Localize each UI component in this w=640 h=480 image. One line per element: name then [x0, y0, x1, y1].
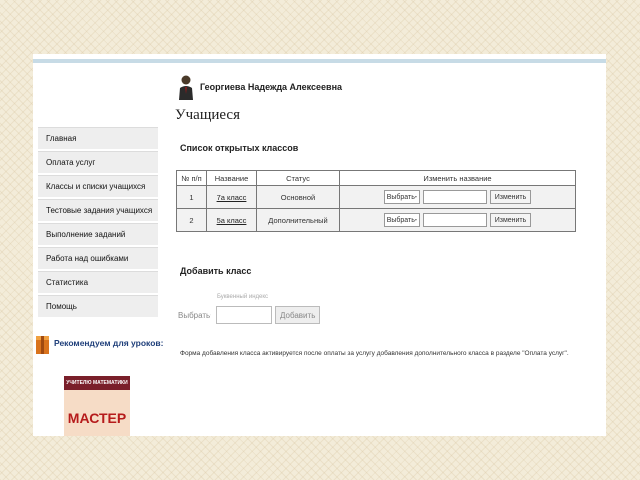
chevron-down-icon — [414, 196, 417, 198]
sidebar-item-tests[interactable]: Тестовые задания учащихся — [38, 199, 158, 221]
sidebar-item-statistics[interactable]: Статистика — [38, 271, 158, 293]
sidebar-item-progress[interactable]: Выполнение заданий — [38, 223, 158, 245]
table-header-row: № п/п Название Статус Изменить название — [176, 170, 576, 186]
add-class-form: Выбрать Добавить — [176, 306, 321, 324]
cell-name: 5а класс — [206, 208, 257, 232]
open-classes-title: Список открытых классов — [180, 143, 299, 153]
chevron-down-icon — [210, 314, 211, 316]
recommend-header: Рекомендуем для уроков: — [36, 332, 163, 354]
page-frame: Георгиева Надежда Алексеевна Учащиеся Гл… — [33, 54, 606, 436]
rename-input[interactable] — [422, 213, 487, 227]
col-header-status: Статус — [256, 170, 340, 186]
user-avatar-icon — [179, 75, 193, 100]
rename-select[interactable]: Выбрать — [383, 190, 420, 204]
banner-small-text: УЧИТЕЛЮ МАТЕМАТИКИ — [66, 380, 128, 386]
sidebar-item-payment[interactable]: Оплата услуг — [38, 151, 158, 173]
sidebar-item-help[interactable]: Помощь — [38, 295, 158, 317]
cell-name: 7а класс — [206, 185, 257, 209]
page-title: Учащиеся — [175, 107, 240, 123]
gift-box-icon — [36, 336, 49, 354]
class-link[interactable]: 5а класс — [217, 216, 247, 225]
cell-num: 1 — [176, 185, 207, 209]
sidebar-item-classes[interactable]: Классы и списки учащихся — [38, 175, 158, 197]
rename-input[interactable] — [422, 190, 487, 204]
rename-select-value: Выбрать — [386, 193, 415, 201]
rename-select[interactable]: Выбрать — [383, 213, 420, 227]
class-link[interactable]: 7а класс — [217, 193, 247, 202]
letter-index-hint: Буквенный индекс — [217, 294, 269, 300]
open-classes-table: № п/п Название Статус Изменить название … — [176, 170, 576, 232]
cell-status: Основной — [256, 185, 340, 209]
table-row: 2 5а класс Дополнительный Выбрать Измени… — [176, 208, 576, 232]
cell-rename: Выбрать Изменить — [339, 185, 576, 209]
cell-num: 2 — [176, 208, 207, 232]
banner-big-text: МАСТЕР — [67, 410, 127, 426]
rename-button[interactable]: Изменить — [489, 213, 532, 227]
cell-status: Дополнительный — [256, 208, 340, 232]
add-class-select-value: Выбрать — [178, 310, 211, 320]
col-header-name: Название — [206, 170, 257, 186]
table-row: 1 7а класс Основной Выбрать Изменить — [176, 185, 576, 209]
top-bar — [33, 59, 606, 63]
master-banner[interactable]: УЧИТЕЛЮ МАТЕМАТИКИ МАСТЕР — [64, 376, 130, 436]
add-class-title: Добавить класс — [180, 266, 252, 276]
col-header-rename: Изменить название — [339, 170, 576, 186]
rename-select-value: Выбрать — [386, 216, 415, 224]
user-header: Георгиева Надежда Алексеевна — [178, 74, 342, 100]
rename-button[interactable]: Изменить — [489, 190, 532, 204]
chevron-down-icon — [414, 219, 417, 221]
sidebar-item-main[interactable]: Главная — [38, 127, 158, 149]
recommend-label: Рекомендуем для уроков: — [54, 338, 164, 348]
sidebar-item-mistakes[interactable]: Работа над ошибками — [38, 247, 158, 269]
user-name: Георгиева Надежда Алексеевна — [200, 82, 343, 92]
letter-index-input[interactable] — [216, 306, 272, 324]
add-class-button[interactable]: Добавить — [275, 306, 321, 324]
col-header-num: № п/п — [176, 170, 207, 186]
add-class-note: Форма добавления класса активируется пос… — [180, 350, 569, 357]
cell-rename: Выбрать Изменить — [339, 208, 576, 232]
sidebar-menu: Главная Оплата услуг Классы и списки уча… — [38, 127, 158, 319]
add-class-select[interactable]: Выбрать — [176, 306, 213, 324]
